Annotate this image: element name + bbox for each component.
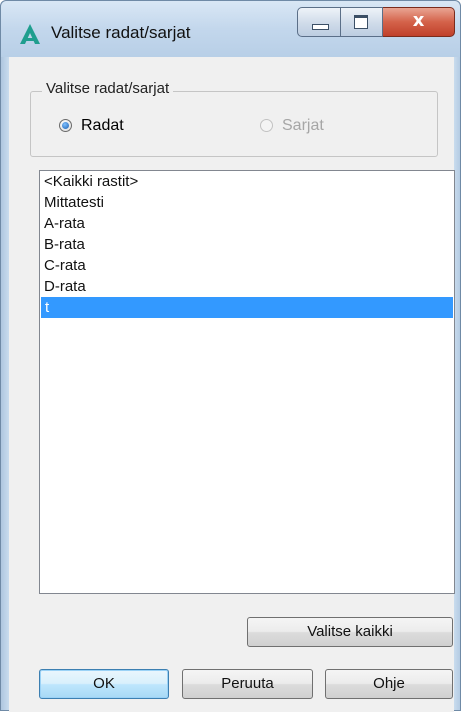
close-icon: x <box>412 10 425 31</box>
radio-unchecked-icon <box>260 119 273 132</box>
radio-radat-label: Radat <box>81 117 124 134</box>
list-item[interactable]: D-rata <box>40 276 454 297</box>
title-bar[interactable]: Valitse radat/sarjat x <box>1 1 460 57</box>
maximize-icon <box>354 15 368 29</box>
radio-checked-icon <box>59 119 72 132</box>
list-item[interactable]: B-rata <box>40 234 454 255</box>
course-listbox[interactable]: <Kaikki rastit> Mittatesti A-rata B-rata… <box>39 170 455 594</box>
minimize-button[interactable] <box>297 7 341 37</box>
list-item-selected[interactable]: t <box>41 297 453 318</box>
list-item[interactable]: A-rata <box>40 213 454 234</box>
close-button[interactable]: x <box>383 7 455 37</box>
window-title: Valitse radat/sarjat <box>51 23 191 42</box>
help-button[interactable]: Ohje <box>325 669 453 699</box>
dialog-client-area: Valitse radat/sarjat Radat Sarjat <Kaikk… <box>9 57 455 712</box>
app-logo-icon <box>20 24 40 44</box>
cancel-button[interactable]: Peruuta <box>182 669 313 699</box>
select-all-button[interactable]: Valitse kaikki <box>247 617 453 647</box>
list-item[interactable]: Mittatesti <box>40 192 454 213</box>
list-item[interactable]: C-rata <box>40 255 454 276</box>
minimize-icon <box>312 24 329 30</box>
dialog-window: Valitse radat/sarjat x Valitse radat/sar… <box>0 0 461 712</box>
groupbox-label: Valitse radat/sarjat <box>42 80 174 97</box>
ok-button[interactable]: OK <box>39 669 169 699</box>
list-item[interactable]: <Kaikki rastit> <box>40 171 454 192</box>
maximize-button[interactable] <box>341 7 383 37</box>
radio-sarjat-label: Sarjat <box>282 117 324 134</box>
